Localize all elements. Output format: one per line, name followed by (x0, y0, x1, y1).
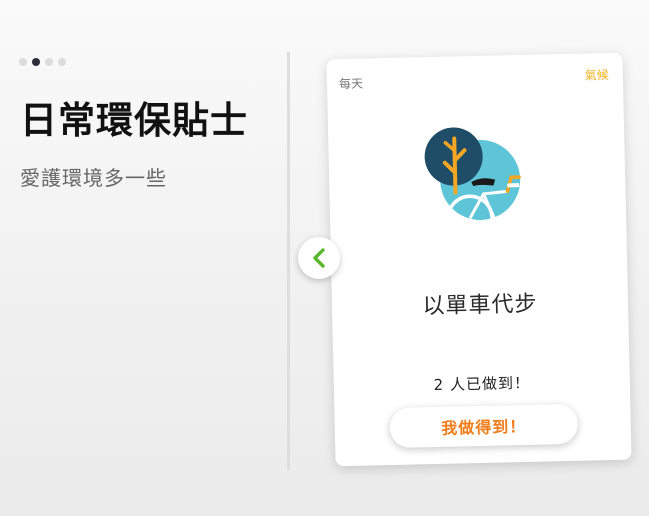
page-dot-1[interactable] (19, 58, 27, 66)
bicycle-tree-icon (424, 127, 521, 221)
tip-category: 氣候 (584, 68, 610, 83)
tip-action: 以單車代步 (422, 291, 538, 320)
page-dot-3[interactable] (45, 58, 53, 66)
i-can-do-it-button[interactable]: 我做得到！ (389, 403, 579, 449)
tip-card[interactable]: 每天 氣候 以單車代步 2 人已做到！ 我做得到！ (326, 52, 632, 467)
tip-frequency: 每天 (338, 76, 364, 92)
page-dot-4[interactable] (58, 58, 66, 66)
pagination-dots (19, 58, 66, 66)
page-title: 日常環保貼士 (20, 99, 248, 142)
chevron-left-icon (313, 248, 325, 268)
page-dot-2[interactable] (32, 58, 40, 66)
previous-button[interactable] (298, 237, 340, 279)
participant-count: 2 人已做到！ (433, 373, 531, 395)
page-subtitle: 愛護環境多一些 (20, 166, 167, 190)
divider (287, 52, 290, 470)
